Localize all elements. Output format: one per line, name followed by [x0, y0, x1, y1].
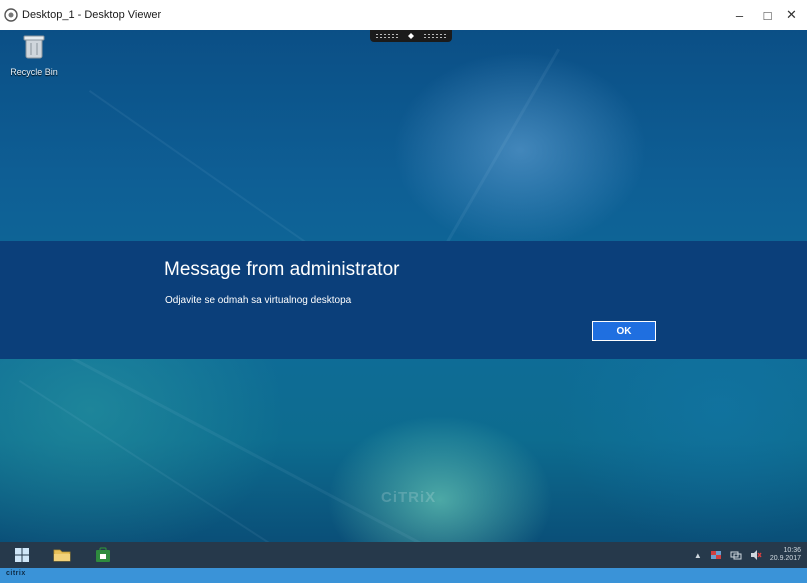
remote-desktop: Recycle Bin Message from administrator O…: [0, 30, 807, 542]
dialog-title: Message from administrator: [164, 259, 400, 280]
close-button[interactable]: ✕: [774, 0, 807, 30]
citrix-logo: citrix: [6, 570, 26, 577]
admin-message-dialog: Message from administrator Odjavite se o…: [0, 241, 807, 359]
taskbar: ▲ 10:36 20.9.2017: [0, 542, 807, 568]
citrix-footer-bar: citrix: [0, 568, 807, 583]
recycle-bin-label: Recycle Bin: [10, 67, 58, 77]
clock-time: 10:36: [783, 547, 801, 554]
window-title: Desktop_1 - Desktop Viewer: [22, 9, 162, 21]
taskbar-file-explorer[interactable]: [52, 545, 72, 565]
action-center-flag-icon[interactable]: [710, 550, 722, 560]
clock-date: 20.9.2017: [769, 555, 801, 562]
session-toolbar-handle[interactable]: [370, 30, 452, 42]
start-icon: [15, 548, 29, 562]
chevron-up-icon[interactable]: ▲: [694, 551, 702, 560]
system-clock[interactable]: 10:36 20.9.2017: [770, 547, 801, 563]
citrix-viewer-icon: [4, 8, 18, 22]
grip-icon: [376, 33, 446, 39]
taskbar-store[interactable]: [93, 545, 113, 565]
network-icon[interactable]: [730, 550, 742, 560]
window-titlebar: Desktop_1 - Desktop Viewer – □ ✕: [0, 0, 807, 30]
recycle-bin-shortcut[interactable]: Recycle Bin: [6, 34, 62, 77]
start-button[interactable]: [12, 545, 32, 565]
ok-button[interactable]: OK: [592, 321, 656, 341]
wallpaper-streak: [58, 350, 431, 542]
store-icon: [96, 547, 110, 562]
dialog-message: Odjavite se odmah sa virtualnog desktopa: [165, 295, 352, 306]
volume-muted-icon[interactable]: [750, 550, 762, 560]
recycle-bin-icon: [23, 35, 45, 59]
citrix-watermark: CiTRiX: [381, 489, 437, 506]
system-tray: ▲ 10:36 20.9.2017: [694, 542, 801, 568]
file-explorer-icon: [53, 549, 71, 562]
wallpaper-streak: [18, 380, 339, 542]
